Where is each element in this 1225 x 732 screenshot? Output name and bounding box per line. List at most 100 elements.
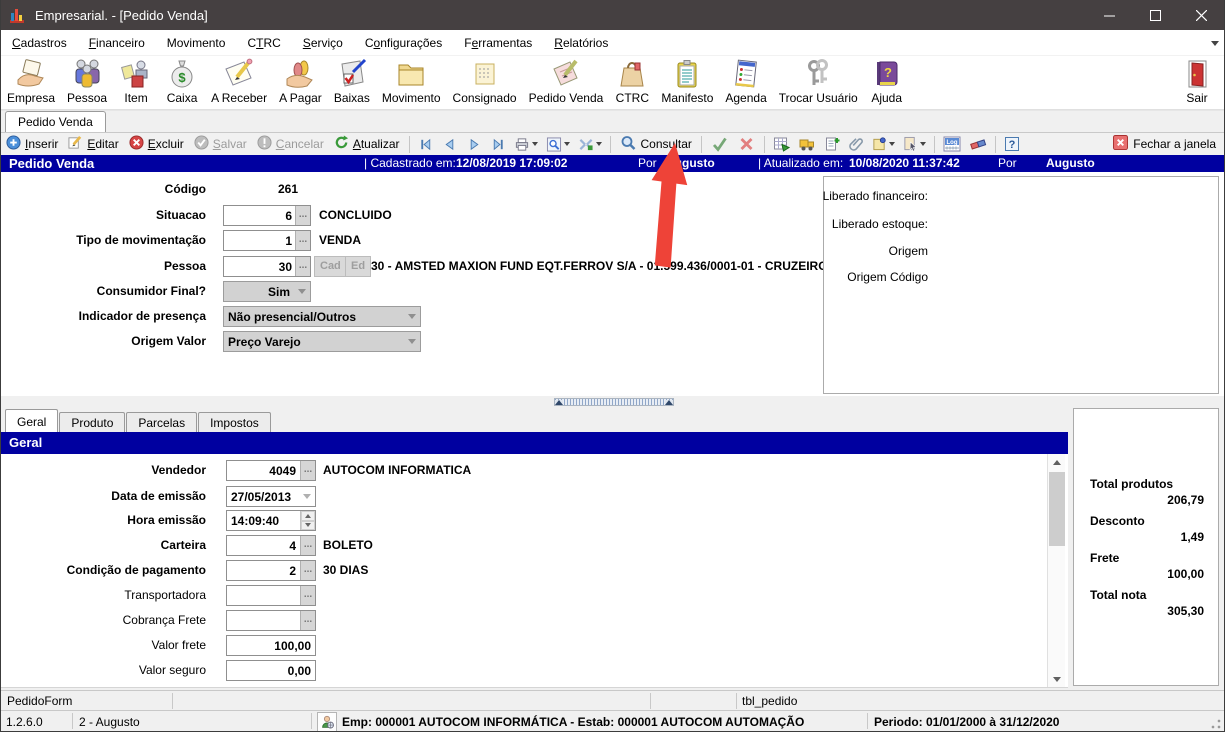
pessoa-field[interactable]: 30... xyxy=(223,256,311,277)
dropdown-chevron-icon[interactable] xyxy=(532,142,538,146)
situacao-lookup-button[interactable]: ... xyxy=(295,206,310,225)
origem-valor-select[interactable]: Preço Varejo xyxy=(223,331,421,352)
hora-emissao-field[interactable]: 14:09:40 xyxy=(226,510,316,531)
nav-prev-button[interactable] xyxy=(438,137,462,152)
transportadora-lookup-button[interactable]: ... xyxy=(300,586,315,605)
anexo-button[interactable] xyxy=(845,136,868,152)
nav-first-button[interactable] xyxy=(414,137,438,152)
atualizar-button[interactable]: Atualizar xyxy=(329,135,405,153)
spinner-down-button[interactable] xyxy=(301,521,315,531)
toolbar-item-trocar-usuario[interactable]: Trocar Usuário xyxy=(773,56,864,105)
geral-scrollbar[interactable] xyxy=(1047,454,1065,687)
toolbar-item-ajuda[interactable]: ? Ajuda xyxy=(864,56,910,105)
scroll-down-button[interactable] xyxy=(1048,671,1066,687)
indicador-presenca-select[interactable]: Não presencial/Outros xyxy=(223,306,421,327)
nav-next-button[interactable] xyxy=(462,137,486,152)
condicao-lookup-button[interactable]: ... xyxy=(300,561,315,580)
toolbar-item-caixa[interactable]: $ Caixa xyxy=(159,56,205,105)
excluir-button[interactable]: Excluir xyxy=(124,135,189,153)
cancelar-button[interactable]: Cancelar xyxy=(252,135,329,153)
toolbar-overflow-chevron-icon[interactable] xyxy=(1211,41,1219,46)
dropdown-chevron-icon[interactable] xyxy=(596,142,602,146)
tab-pedido-venda[interactable]: Pedido Venda xyxy=(5,111,106,132)
toolbar-item-movimento[interactable]: Movimento xyxy=(376,56,447,105)
toolbar-item-agenda[interactable]: Agenda xyxy=(719,56,772,105)
splitter-handle[interactable] xyxy=(554,398,674,406)
data-emissao-field[interactable]: 27/05/2013 xyxy=(226,486,316,507)
nav-last-button[interactable] xyxy=(486,137,510,152)
transportadora-field[interactable]: ... xyxy=(226,585,316,606)
exportar-button[interactable] xyxy=(574,137,606,152)
pessoa-lookup-button[interactable]: ... xyxy=(295,257,310,276)
toolbar-item-empresa[interactable]: Empresa xyxy=(1,56,61,105)
toolbar-item-pessoa[interactable]: Pessoa xyxy=(61,56,113,105)
toolbar-item-a-pagar[interactable]: A Pagar xyxy=(273,56,328,105)
toolbar-item-baixas[interactable]: Baixas xyxy=(328,56,376,105)
tab-geral[interactable]: Geral xyxy=(5,409,58,432)
menu-configuracoes[interactable]: Configurações xyxy=(354,36,453,50)
anotacao-button[interactable] xyxy=(868,136,899,152)
pessoa-cad-button[interactable]: Cad xyxy=(314,256,347,277)
toolbar-item-a-receber[interactable]: A Receber xyxy=(205,56,273,105)
tab-produto[interactable]: Produto xyxy=(59,412,125,432)
scroll-thumb[interactable] xyxy=(1049,472,1065,546)
resize-grip[interactable] xyxy=(1211,719,1221,729)
menu-movimento[interactable]: Movimento xyxy=(156,36,237,50)
pessoa-ed-button[interactable]: Ed xyxy=(345,256,371,277)
tab-impostos[interactable]: Impostos xyxy=(198,412,271,432)
dropdown-chevron-icon[interactable] xyxy=(889,142,895,146)
cobranca-frete-lookup-button[interactable]: ... xyxy=(300,611,315,630)
toolbar-item-ctrc[interactable]: CTRC xyxy=(609,56,655,105)
carteira-field[interactable]: 4... xyxy=(226,535,316,556)
cancelar-icon xyxy=(257,135,272,153)
selecao-button[interactable] xyxy=(899,136,930,152)
scroll-up-button[interactable] xyxy=(1048,454,1066,470)
fechar-janela-button[interactable]: Fechar a janela xyxy=(1113,135,1224,153)
close-button[interactable] xyxy=(1178,0,1224,30)
carteira-lookup-button[interactable]: ... xyxy=(300,536,315,555)
collapse-up-icon[interactable] xyxy=(665,400,673,405)
company-icon[interactable] xyxy=(317,712,337,732)
grade-button[interactable] xyxy=(769,136,794,152)
menu-ferramentas[interactable]: Ferramentas xyxy=(453,36,543,50)
situacao-field[interactable]: 6... xyxy=(223,205,311,226)
valor-frete-field[interactable]: 100,00 xyxy=(226,635,316,656)
editar-button[interactable]: Editar xyxy=(63,135,123,153)
visualizar-button[interactable] xyxy=(542,137,574,152)
tab-parcelas[interactable]: Parcelas xyxy=(126,412,197,432)
tipo-movimentacao-field[interactable]: 1... xyxy=(223,230,311,251)
tipo-lookup-button[interactable]: ... xyxy=(295,231,310,250)
chevron-down-icon[interactable] xyxy=(299,487,315,506)
collapse-up-icon[interactable] xyxy=(555,400,563,405)
transporte-button[interactable] xyxy=(794,136,820,152)
salvar-button[interactable]: Salvar xyxy=(189,135,252,153)
minimize-button[interactable] xyxy=(1086,0,1132,30)
condicao-pagamento-field[interactable]: 2... xyxy=(226,560,316,581)
limpar-button[interactable] xyxy=(965,136,991,152)
vendedor-field[interactable]: 4049... xyxy=(226,460,316,481)
toolbar-item-item[interactable]: Item xyxy=(113,56,159,105)
ajuda-janela-button[interactable]: ? xyxy=(1000,136,1024,152)
valor-seguro-field[interactable]: 0,00 xyxy=(226,660,316,681)
inserir-button[interactable]: Inserir xyxy=(1,135,63,153)
menu-financeiro[interactable]: Financeiro xyxy=(78,36,156,50)
dropdown-chevron-icon[interactable] xyxy=(564,142,570,146)
descartar-button[interactable] xyxy=(733,136,760,152)
copiar-registro-button[interactable] xyxy=(820,136,845,152)
toolbar-item-manifesto[interactable]: Manifesto xyxy=(655,56,719,105)
log-button[interactable]: Log xyxy=(939,136,965,152)
spinner-up-button[interactable] xyxy=(301,511,315,521)
toolbar-item-consignado[interactable]: Consignado xyxy=(447,56,523,105)
maximize-button[interactable] xyxy=(1132,0,1178,30)
menu-cadastros[interactable]: Cadastros xyxy=(1,36,78,50)
vendedor-lookup-button[interactable]: ... xyxy=(300,461,315,480)
toolbar-item-sair[interactable]: Sair xyxy=(1174,56,1224,105)
menu-relatorios[interactable]: Relatórios xyxy=(543,36,619,50)
imprimir-button[interactable] xyxy=(510,137,542,152)
dropdown-chevron-icon[interactable] xyxy=(920,142,926,146)
menu-servico[interactable]: Serviço xyxy=(292,36,354,50)
cobranca-frete-field[interactable]: ... xyxy=(226,610,316,631)
menu-ctrc[interactable]: CTRC xyxy=(236,36,291,50)
consumidor-final-select[interactable]: Sim xyxy=(223,281,311,302)
toolbar-item-pedido-venda[interactable]: Pedido Venda xyxy=(523,56,610,105)
